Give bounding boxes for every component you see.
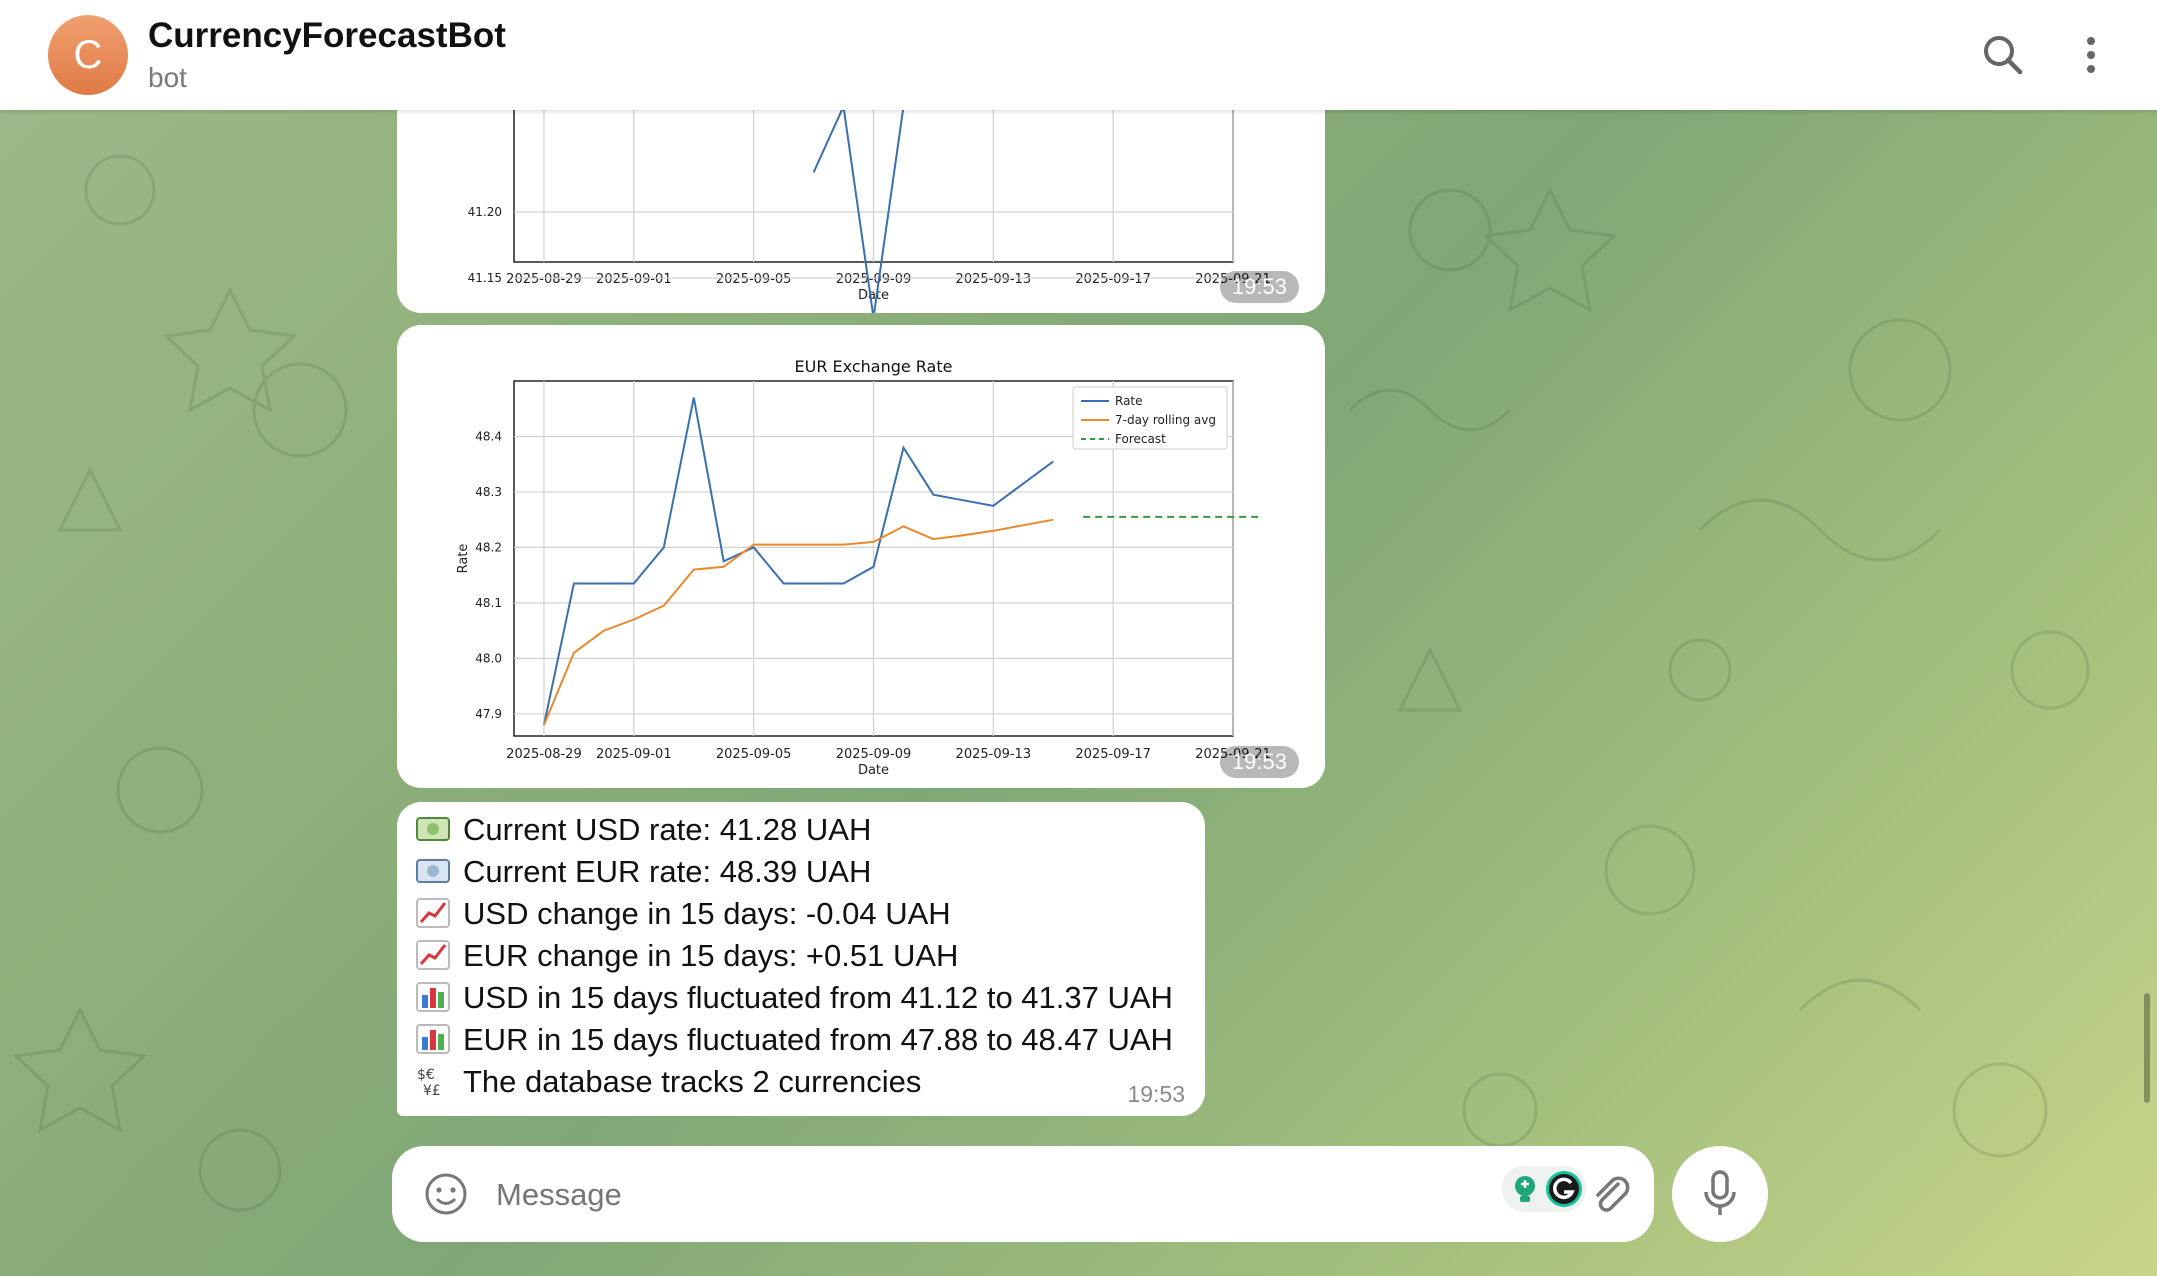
chat-scrollbar[interactable] xyxy=(2144,993,2150,1103)
svg-text:¥£: ¥£ xyxy=(423,1083,441,1097)
grammarly-widget[interactable] xyxy=(1502,1166,1586,1212)
chat-title[interactable]: CurrencyForecastBot xyxy=(148,16,506,56)
money-eur-icon xyxy=(416,859,450,883)
usd-chart: 2025-08-29 2025-09-01 2025-09-05 2025-09-09… xyxy=(468,96,1271,313)
attach-icon[interactable] xyxy=(1588,1170,1632,1218)
voice-message-button[interactable] xyxy=(1672,1146,1768,1242)
y-tick-label: 48.3 xyxy=(475,485,502,499)
message-input[interactable] xyxy=(496,1177,1196,1213)
money-usd-icon xyxy=(416,817,450,841)
bar-chart-icon xyxy=(416,1024,450,1054)
stat-line: USD change in 15 days: -0.04 UAH xyxy=(415,896,951,938)
y-tick-label: 48.2 xyxy=(475,540,502,554)
y-tick-label: 47.9 xyxy=(475,707,502,721)
y-tick-label: 48.0 xyxy=(475,651,502,665)
x-tick-label: 2025-09-09 xyxy=(836,272,912,287)
bot-avatar[interactable]: C xyxy=(48,15,128,95)
x-tick-label: 2025-09-17 xyxy=(1075,747,1151,762)
stat-line: Current USD rate: 41.28 UAH xyxy=(415,812,871,854)
x-tick-label: 2025-09-13 xyxy=(956,747,1032,762)
message-composer[interactable] xyxy=(392,1146,1654,1242)
stats-message[interactable]: Current USD rate: 41.28 UAH Current EUR … xyxy=(397,802,1205,1116)
svg-text:$€: $€ xyxy=(417,1067,435,1083)
x-tick-label: 2025-09-09 xyxy=(836,747,912,762)
stat-line: EUR in 15 days fluctuated from 47.88 to … xyxy=(415,1022,1173,1064)
usd-chart-message[interactable]: 2025-08-29 2025-09-01 2025-09-05 2025-09-09… xyxy=(397,96,1325,313)
stat-line: $€ ¥£ The database tracks 2 currencies xyxy=(417,1064,922,1099)
y-tick-label: 48.1 xyxy=(475,596,502,610)
x-tick-label: 2025-08-29 xyxy=(506,747,582,762)
eur-chart: 2025-08-29 2025-09-01 2025-09-05 2025-09-09… xyxy=(456,357,1271,778)
x-tick-label: 2025-09-13 xyxy=(956,272,1032,287)
x-tick-label: 2025-09-17 xyxy=(1075,272,1151,287)
x-axis-label: Date xyxy=(858,288,889,303)
x-tick-label: 2025-09-01 xyxy=(596,747,672,762)
stat-line: EUR change in 15 days: +0.51 UAH xyxy=(415,938,958,980)
lightbulb-icon[interactable] xyxy=(1508,1171,1542,1207)
stat-line: Current EUR rate: 48.39 UAH xyxy=(415,854,871,896)
message-time: 19:53 xyxy=(1219,746,1299,778)
more-vertical-icon[interactable] xyxy=(2064,28,2118,82)
chart-title: EUR Exchange Rate xyxy=(795,357,953,376)
x-tick-label: 2025-08-29 xyxy=(506,272,582,287)
y-tick-label: 41.15 xyxy=(468,271,502,285)
message-time: 19:53 xyxy=(1127,1081,1185,1107)
y-tick-label: 41.20 xyxy=(468,205,502,219)
emoji-icon[interactable] xyxy=(422,1170,470,1218)
legend-label: Forecast xyxy=(1115,432,1166,446)
y-axis-label: Rate xyxy=(456,544,471,574)
message-time: 19:53 xyxy=(1219,271,1299,303)
chart-increasing-icon xyxy=(416,898,450,928)
eur-chart-message[interactable]: 2025-08-29 2025-09-01 2025-09-05 2025-09-09… xyxy=(397,325,1325,788)
microphone-icon xyxy=(1704,1170,1736,1215)
grammarly-icon[interactable] xyxy=(1544,1169,1584,1209)
chat-header: C CurrencyForecastBot bot xyxy=(0,0,2157,110)
x-tick-label: 2025-09-01 xyxy=(596,272,672,287)
x-tick-label: 2025-09-05 xyxy=(716,747,792,762)
search-icon[interactable] xyxy=(1976,28,2030,82)
x-tick-label: 2025-09-05 xyxy=(716,272,792,287)
x-axis-label: Date xyxy=(858,763,889,778)
currency-exchange-icon: $€¥£ xyxy=(417,1067,441,1097)
chart-increasing-icon xyxy=(416,940,450,970)
legend-label: 7-day rolling avg xyxy=(1115,413,1216,427)
bar-chart-icon xyxy=(416,982,450,1012)
legend-label: Rate xyxy=(1115,394,1143,408)
y-tick-label: 48.4 xyxy=(475,429,502,443)
stat-line: USD in 15 days fluctuated from 41.12 to … xyxy=(415,980,1173,1022)
chat-subtitle: bot xyxy=(148,62,187,93)
